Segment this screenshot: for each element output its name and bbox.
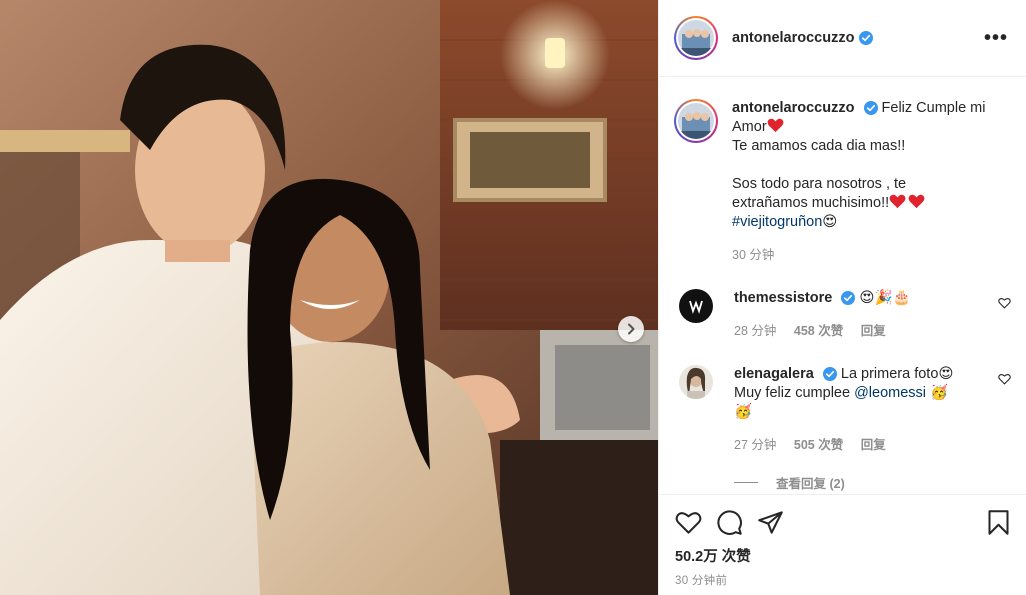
caption-line2: Amor bbox=[732, 119, 767, 135]
comment-icon bbox=[717, 509, 742, 535]
comment-meta: 27 分钟 505 次赞 回复 bbox=[734, 436, 959, 455]
comment-button[interactable] bbox=[716, 509, 743, 536]
heart-icon bbox=[675, 511, 702, 534]
share-button[interactable] bbox=[757, 510, 784, 535]
post-timestamp[interactable]: 30 分钟前 bbox=[675, 572, 1010, 588]
comment-meta: 28 分钟 458 次赞 回复 bbox=[734, 322, 959, 341]
caption-username[interactable]: antonelaroccuzzo bbox=[732, 100, 854, 116]
caption-line3: Te amamos cada dia mas!! bbox=[732, 138, 906, 154]
chevron-right-icon bbox=[628, 323, 635, 335]
avatar-image bbox=[678, 103, 714, 139]
reply-button[interactable]: 回复 bbox=[861, 324, 886, 338]
comment-likes[interactable]: 458 次赞 bbox=[794, 324, 843, 338]
comment-body: elenagalera La primera foto😍 Muy feliz c… bbox=[734, 365, 959, 455]
like-button[interactable] bbox=[675, 510, 702, 535]
comment-username[interactable]: themessistore bbox=[734, 290, 832, 306]
comment-avatar[interactable] bbox=[679, 365, 713, 399]
header-username[interactable]: antonelaroccuzzo bbox=[732, 30, 854, 46]
save-button[interactable] bbox=[987, 509, 1010, 536]
comment-mention[interactable]: @leomessi bbox=[854, 385, 926, 401]
comment-emojis: 😍🎉🎂 bbox=[859, 290, 911, 306]
caption-line5: extrañamos muchisimo!! bbox=[732, 195, 890, 211]
reply-button[interactable]: 回复 bbox=[861, 438, 886, 452]
post-header: antonelaroccuzzo ••• bbox=[659, 0, 1026, 77]
red-heart-emoji-icon bbox=[767, 118, 784, 133]
share-icon bbox=[758, 510, 783, 534]
party-face-emoji: 🥳 bbox=[930, 385, 949, 401]
post-actions: 50.2万 次赞 30 分钟前 bbox=[659, 494, 1026, 588]
post-dialog: antonelaroccuzzo ••• antonelaroccuzzo Fe… bbox=[0, 0, 1026, 595]
bookmark-icon bbox=[988, 509, 1009, 535]
comment-like-icon[interactable] bbox=[998, 373, 1011, 385]
heart-eyes-emoji: 😍 bbox=[938, 366, 954, 382]
likes-count[interactable]: 50.2万 次赞 bbox=[675, 545, 1010, 566]
verified-badge-icon bbox=[859, 31, 874, 45]
comment-time[interactable]: 28 分钟 bbox=[734, 324, 776, 338]
red-heart-emoji-icon bbox=[889, 194, 906, 209]
photo-image bbox=[0, 0, 658, 595]
comment-item: elenagalera La primera foto😍 Muy feliz c… bbox=[674, 365, 1011, 455]
heart-eyes-emoji: 😍 bbox=[822, 214, 838, 230]
comment-text-line2: Muy feliz cumplee bbox=[734, 385, 851, 401]
more-options-button[interactable]: ••• bbox=[984, 28, 1008, 48]
next-photo-button[interactable] bbox=[618, 316, 644, 342]
comment-text: La primera foto bbox=[840, 366, 939, 382]
comment-avatar[interactable] bbox=[679, 289, 713, 323]
caption-body: antonelaroccuzzo Feliz Cumple mi Amor Te… bbox=[732, 99, 985, 265]
verified-badge-icon bbox=[822, 367, 837, 381]
comment-like-icon[interactable] bbox=[998, 297, 1011, 309]
verified-badge-icon bbox=[863, 101, 878, 115]
action-bar bbox=[675, 507, 1010, 537]
post-photo[interactable] bbox=[0, 0, 658, 595]
avatar-image bbox=[679, 365, 713, 399]
comment-username[interactable]: elenagalera bbox=[734, 366, 814, 382]
party-face-emoji: 🥳 bbox=[734, 404, 753, 420]
avatar-image bbox=[679, 289, 713, 323]
caption-time[interactable]: 30 分钟 bbox=[732, 248, 774, 262]
comment-item: themessistore 😍🎉🎂 28 分钟 458 次赞 回复 bbox=[674, 289, 1011, 341]
caption-avatar[interactable] bbox=[674, 99, 718, 143]
replies-divider bbox=[734, 482, 758, 483]
caption-meta: 30 分钟 bbox=[732, 246, 985, 265]
comment-likes[interactable]: 505 次赞 bbox=[794, 438, 843, 452]
caption-hashtag[interactable]: #viejitogruñon bbox=[732, 214, 822, 230]
comment-body: themessistore 😍🎉🎂 28 分钟 458 次赞 回复 bbox=[734, 289, 959, 341]
post-side-panel: antonelaroccuzzo ••• antonelaroccuzzo Fe… bbox=[658, 0, 1026, 595]
view-replies-label: 查看回复 (2) bbox=[776, 477, 845, 491]
comment-time[interactable]: 27 分钟 bbox=[734, 438, 776, 452]
red-heart-emoji-icon bbox=[908, 194, 925, 209]
caption-line1: Feliz Cumple mi bbox=[881, 100, 986, 116]
avatar[interactable] bbox=[674, 16, 718, 60]
view-replies-button[interactable]: 查看回复 (2) bbox=[734, 473, 1011, 492]
post-caption: antonelaroccuzzo Feliz Cumple mi Amor Te… bbox=[674, 78, 1011, 265]
verified-badge-icon bbox=[841, 291, 856, 305]
caption-line4: Sos todo para nosotros , te bbox=[732, 176, 907, 192]
comments-list[interactable]: antonelaroccuzzo Feliz Cumple mi Amor Te… bbox=[659, 78, 1026, 494]
avatar-image bbox=[678, 20, 714, 56]
